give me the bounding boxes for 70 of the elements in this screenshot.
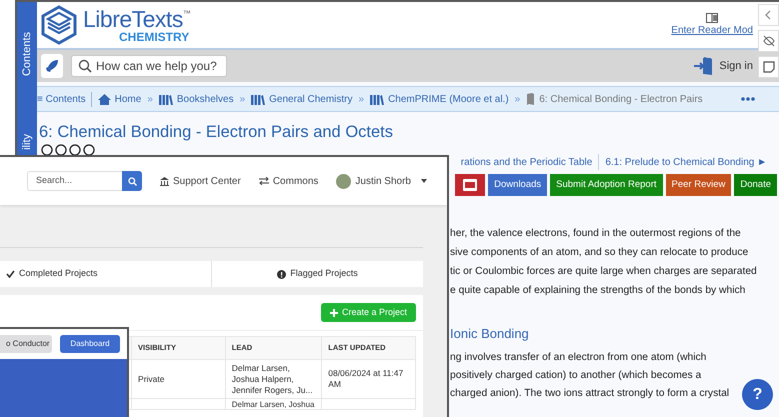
paragraph-line: her, the valence electrons, found in the outermost regions of the [450, 227, 741, 242]
breadcrumb-link[interactable]: 6: Chemical Bonding - Electron Pairs [539, 92, 703, 106]
breadcrumb-separator: » [514, 92, 520, 106]
check-icon [6, 270, 15, 278]
sidebar-tab[interactable]: ility [18, 134, 36, 150]
paragraph-line: sive components of an atom, and so they can relocate to produce [450, 246, 748, 260]
pdf-button[interactable] [455, 174, 486, 196]
breadcrumb-link[interactable]: ≡ Contents [37, 92, 92, 106]
trademark-text: ™ [182, 8, 191, 20]
action-button[interactable]: Peer Review [666, 174, 732, 196]
table-cell: Delmar Larsen, Joshua [232, 400, 314, 409]
paragraph-line: charged anion). The two ions attract strongly to form a crystal [450, 387, 730, 402]
paragraph-line: tic or Coulombic forces are quite large when charges are separated [450, 265, 757, 280]
pdf-icon [463, 179, 478, 192]
sidebar-tab[interactable]: Contents [18, 32, 36, 76]
project-tab[interactable]: Flagged Projects [211, 261, 423, 287]
table-cell: Delmar Larsen, Joshua Halpern, Jennifer Rogers, Ju... [232, 362, 313, 394]
logo-text: LibreTexts [83, 8, 183, 30]
columns-icon[interactable] [706, 12, 718, 22]
rocket-icon [45, 59, 59, 73]
rocket-button[interactable] [41, 54, 63, 78]
breadcrumb-link[interactable]: Bookshelves [176, 92, 234, 106]
breadcrumb-link[interactable]: Home [114, 92, 142, 106]
eye-slash-icon[interactable] [762, 34, 776, 48]
nav-link[interactable]: Support Center [173, 174, 241, 188]
breadcrumb-separator: » [358, 92, 364, 106]
table-cell: Private [138, 374, 164, 384]
page-title: 6: Chemical Bonding - Electron Pairs and Octets [39, 123, 394, 142]
search-field[interactable]: Search... [27, 171, 122, 191]
breadcrumb-separator: » [147, 92, 153, 106]
caret-down-icon[interactable] [421, 179, 427, 183]
action-button[interactable]: Submit Adoption Report [550, 174, 662, 196]
breadcrumb-link[interactable]: General Chemistry [269, 92, 353, 106]
nav-button[interactable]: Dashboard [60, 335, 120, 353]
exclamation-circle-icon [277, 270, 286, 278]
search-icon [128, 176, 136, 186]
help-button[interactable]: ? [742, 379, 773, 410]
exchange-icon [258, 177, 269, 185]
user-name[interactable]: Justin Shorb [355, 174, 411, 188]
next-page-link[interactable]: 6.1: Prelude to Chemical Bonding ► [605, 154, 767, 170]
reader-mode-link[interactable]: Enter Reader Mod [671, 22, 753, 38]
breadcrumb-link[interactable]: ChemPRIME (Moore et al.) [388, 92, 509, 106]
sign-in-link[interactable]: Sign in [719, 58, 753, 74]
table-cell: 08/06/2024 at 11:47 AM [328, 368, 404, 389]
home-icon [98, 94, 111, 104]
search-field[interactable]: How can we help you? [71, 55, 227, 77]
note-icon[interactable] [762, 60, 776, 74]
logo-subtitle: CHEMISTRY [119, 30, 190, 42]
books-icon [370, 94, 384, 104]
section-heading: Ionic Bonding [450, 325, 529, 344]
avatar [336, 174, 352, 188]
paragraph-line: positively charged cation) to another (which becomes a [450, 369, 702, 384]
books-logo-icon[interactable] [39, 5, 79, 45]
paragraph-line: e quite capable of explaining the strengths of the bonds by which [450, 284, 746, 298]
search-icon [78, 59, 92, 73]
books-icon [158, 94, 173, 104]
breadcrumb-separator: » [240, 92, 246, 106]
nav-link[interactable]: Commons [272, 174, 318, 188]
bank-icon [160, 176, 169, 186]
more-dots-icon[interactable] [741, 97, 755, 101]
create-project-button[interactable]: Create a Project [320, 303, 416, 322]
action-button[interactable]: Downloads [488, 174, 548, 196]
paragraph-line: ng involves transfer of an electron from one atom (which [450, 351, 706, 366]
previous-page-link[interactable]: rations and the Periodic Table [460, 154, 592, 170]
action-button[interactable]: Donate [734, 174, 777, 196]
nav-button[interactable]: o Conductor [0, 335, 52, 353]
books-icon [251, 94, 266, 104]
book-icon [526, 93, 536, 105]
plus-icon [330, 308, 338, 316]
search-button[interactable] [122, 171, 142, 191]
